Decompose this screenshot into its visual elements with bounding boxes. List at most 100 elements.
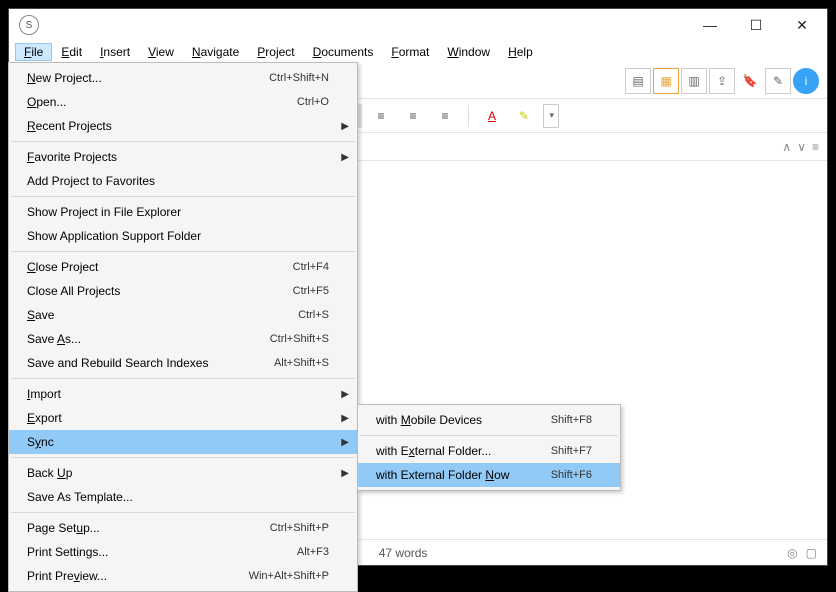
file-label: Print Preview... xyxy=(27,569,249,583)
sync-submenu: with Mobile DevicesShift+F8 with External… xyxy=(357,404,621,491)
view-list-icon[interactable]: ▥ xyxy=(681,68,707,94)
file-shortcut: Win+Alt+Shift+P xyxy=(249,570,329,582)
file-label: Save As... xyxy=(27,332,270,346)
file-shortcut: Ctrl+S xyxy=(298,309,329,321)
sync-item-3[interactable]: with External Folder NowShift+F6 xyxy=(358,463,620,487)
sync-label: with External Folder... xyxy=(376,444,551,458)
align-right-button[interactable]: ≡ xyxy=(400,104,426,128)
menu-file[interactable]: File xyxy=(15,43,52,61)
file-item-17[interactable]: Export▶ xyxy=(9,406,357,430)
nav-down-icon[interactable]: ∨ xyxy=(797,140,806,154)
submenu-arrow-icon: ▶ xyxy=(341,152,349,163)
file-item-1[interactable]: Open...Ctrl+O xyxy=(9,90,357,114)
file-separator xyxy=(11,378,355,379)
nav-menu-icon[interactable]: ≡ xyxy=(812,140,819,154)
sync-shortcut: Shift+F8 xyxy=(551,414,592,426)
info-icon[interactable]: i xyxy=(793,68,819,94)
submenu-arrow-icon: ▶ xyxy=(341,413,349,424)
file-shortcut: Ctrl+F4 xyxy=(293,261,329,273)
file-label: Show Application Support Folder xyxy=(27,229,329,243)
highlight-button[interactable]: ✎ xyxy=(511,104,537,128)
file-item-10[interactable]: Close ProjectCtrl+F4 xyxy=(9,255,357,279)
sync-item-2[interactable]: with External Folder...Shift+F7 xyxy=(358,439,620,463)
file-item-12[interactable]: SaveCtrl+S xyxy=(9,303,357,327)
menu-format[interactable]: Format xyxy=(382,43,438,61)
align-justify-button[interactable]: ≡ xyxy=(432,104,458,128)
file-separator xyxy=(11,512,355,513)
target-icon[interactable]: ◎ xyxy=(787,546,797,560)
file-label: Save As Template... xyxy=(27,490,329,504)
file-shortcut: Alt+Shift+S xyxy=(274,357,329,369)
menu-insert[interactable]: Insert xyxy=(91,43,139,61)
align-center-button[interactable]: ≡ xyxy=(368,104,394,128)
menu-help[interactable]: Help xyxy=(499,43,542,61)
file-label: New Project... xyxy=(27,71,269,85)
file-label: Add Project to Favorites xyxy=(27,174,329,188)
file-label: Save xyxy=(27,308,298,322)
file-item-8[interactable]: Show Application Support Folder xyxy=(9,224,357,248)
submenu-arrow-icon: ▶ xyxy=(341,468,349,479)
menu-project[interactable]: Project xyxy=(248,43,303,61)
file-label: Sync xyxy=(27,435,329,449)
file-label: Recent Projects xyxy=(27,119,329,133)
file-shortcut: Ctrl+Shift+N xyxy=(269,72,329,84)
file-item-18[interactable]: Sync ▶ xyxy=(9,430,357,454)
submenu-arrow-icon: ▶ xyxy=(341,437,349,448)
file-item-7[interactable]: Show Project in File Explorer xyxy=(9,200,357,224)
sync-label: with External Folder Now xyxy=(376,468,551,482)
file-item-23[interactable]: Page Setup...Ctrl+Shift+P xyxy=(9,516,357,540)
view-grid-icon[interactable]: ▦ xyxy=(653,68,679,94)
file-item-24[interactable]: Print Settings...Alt+F3 xyxy=(9,540,357,564)
file-label: Save and Rebuild Search Indexes xyxy=(27,356,274,370)
file-shortcut: Ctrl+O xyxy=(297,96,329,108)
edit-icon[interactable]: ✎ xyxy=(765,68,791,94)
file-label: Close Project xyxy=(27,260,293,274)
titlebar: S — ☐ ✕ xyxy=(9,9,827,41)
minimize-button[interactable]: — xyxy=(687,10,733,40)
submenu-arrow-icon: ▶ xyxy=(341,389,349,400)
file-menu-dropdown: New Project...Ctrl+Shift+NOpen...Ctrl+OR… xyxy=(8,62,358,592)
file-item-0[interactable]: New Project...Ctrl+Shift+N xyxy=(9,66,357,90)
maximize-button[interactable]: ☐ xyxy=(733,10,779,40)
file-separator xyxy=(11,251,355,252)
menu-navigate[interactable]: Navigate xyxy=(183,43,248,61)
bookmark-icon[interactable]: 🔖 xyxy=(737,68,763,94)
more-format-select[interactable] xyxy=(543,104,559,128)
sync-item-0[interactable]: with Mobile DevicesShift+F8 xyxy=(358,408,620,432)
file-item-5[interactable]: Add Project to Favorites xyxy=(9,169,357,193)
file-shortcut: Alt+F3 xyxy=(297,546,329,558)
text-color-button[interactable]: A xyxy=(479,104,505,128)
file-separator xyxy=(11,457,355,458)
menu-edit[interactable]: Edit xyxy=(52,43,91,61)
file-item-20[interactable]: Back Up ▶ xyxy=(9,461,357,485)
file-label: Page Setup... xyxy=(27,521,270,535)
file-item-14[interactable]: Save and Rebuild Search IndexesAlt+Shift… xyxy=(9,351,357,375)
file-label: Show Project in File Explorer xyxy=(27,205,329,219)
file-item-13[interactable]: Save As...Ctrl+Shift+S xyxy=(9,327,357,351)
file-separator xyxy=(11,196,355,197)
app-icon: S xyxy=(19,15,39,35)
view-single-icon[interactable]: ▤ xyxy=(625,68,651,94)
file-label: Open... xyxy=(27,95,297,109)
file-item-25[interactable]: Print Preview...Win+Alt+Shift+P xyxy=(9,564,357,588)
nav-up-icon[interactable]: ∧ xyxy=(782,140,791,154)
file-shortcut: Ctrl+Shift+P xyxy=(270,522,329,534)
file-item-2[interactable]: Recent Projects▶ xyxy=(9,114,357,138)
menu-view[interactable]: View xyxy=(139,43,183,61)
file-item-4[interactable]: Favorite Projects▶ xyxy=(9,145,357,169)
file-separator xyxy=(11,141,355,142)
file-label: Back Up xyxy=(27,466,329,480)
share-icon[interactable]: ⇪ xyxy=(709,68,735,94)
close-button[interactable]: ✕ xyxy=(779,10,825,40)
sync-separator xyxy=(360,435,618,436)
file-item-21[interactable]: Save As Template... xyxy=(9,485,357,509)
menu-documents[interactable]: Documents xyxy=(304,43,383,61)
menubar: FileEditInsertViewNavigateProjectDocumen… xyxy=(9,41,827,63)
file-item-16[interactable]: Import ▶ xyxy=(9,382,357,406)
sync-shortcut: Shift+F6 xyxy=(551,469,592,481)
sync-shortcut: Shift+F7 xyxy=(551,445,592,457)
menu-window[interactable]: Window xyxy=(438,43,499,61)
file-label: Import xyxy=(27,387,329,401)
note-icon[interactable]: ▢ xyxy=(806,546,817,560)
file-item-11[interactable]: Close All ProjectsCtrl+F5 xyxy=(9,279,357,303)
